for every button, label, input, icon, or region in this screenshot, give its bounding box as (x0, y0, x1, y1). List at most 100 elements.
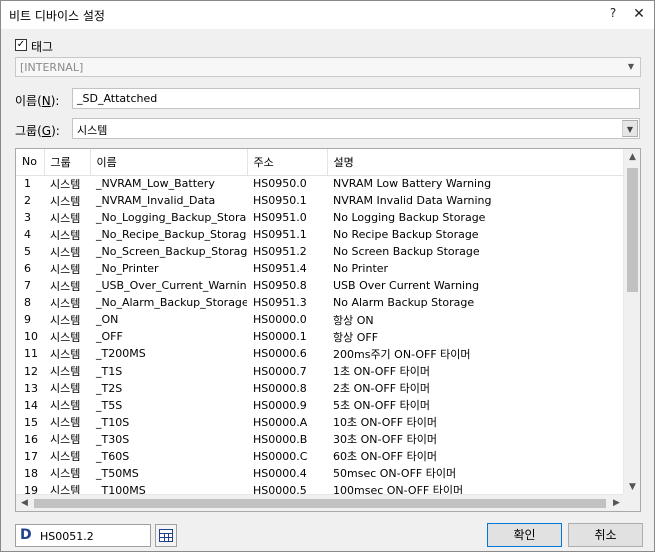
table-row[interactable]: 4 시스템 _No_Recipe_Backup_Storage HS0951.1 No … (16, 226, 625, 243)
table-row[interactable]: 2 시스템 _NVRAM_Invalid_Data HS0950.1 NVRAM Inv… (16, 192, 625, 209)
cell-no: 5 (24, 245, 31, 259)
group-select-value: 시스템 (77, 124, 108, 137)
cell-name: _T50MS (96, 466, 139, 480)
cell-address: HS0950.1 (253, 194, 307, 208)
group-select[interactable]: 시스템 ▼ (72, 118, 640, 139)
cell-description: No Printer (333, 262, 389, 276)
cell-address: HS0950.8 (253, 279, 307, 293)
cell-no: 2 (24, 194, 31, 208)
tag-checkbox[interactable]: ✓ (15, 39, 27, 51)
table-row[interactable]: 17 시스템 _T60S HS0000.C 60초 ON-OFF 타이머 (16, 448, 625, 465)
help-button[interactable]: ? (605, 6, 621, 24)
cell-description: 항상 ON (333, 313, 374, 327)
cell-name: _No_Printer (96, 262, 159, 276)
cell-group: 시스템 (50, 211, 81, 225)
device-browse-button[interactable] (155, 524, 177, 547)
cell-description: 2초 ON-OFF 타이머 (333, 382, 430, 396)
table-row[interactable]: 13 시스템 _T2S HS0000.8 2초 ON-OFF 타이머 (16, 380, 625, 397)
ok-button[interactable]: 확인 (487, 523, 562, 547)
cell-description: NVRAM Invalid Data Warning (333, 194, 492, 208)
table-row[interactable]: 15 시스템 _T10S HS0000.A 10초 ON-OFF 타이머 (16, 414, 625, 431)
scroll-corner (623, 494, 640, 511)
table-row[interactable]: 5 시스템 _No_Screen_Backup_Storage HS0951.2 No … (16, 243, 625, 260)
cell-no: 13 (24, 381, 38, 395)
table-row[interactable]: 18 시스템 _T50MS HS0000.4 50msec ON-OFF 타이머 (16, 465, 625, 482)
chevron-up-icon[interactable]: ▲ (624, 149, 640, 166)
vertical-scroll-thumb[interactable] (627, 168, 638, 292)
cell-description: No Logging Backup Storage (333, 211, 486, 225)
column-header-description[interactable]: 설명 (327, 149, 625, 176)
table-row[interactable]: 9 시스템 _ON HS0000.0 항상 ON (16, 311, 625, 328)
cell-name: _No_Alarm_Backup_Storage (96, 296, 247, 310)
cell-address: HS0951.0 (253, 211, 307, 225)
cell-name: _No_Screen_Backup_Storage (96, 245, 247, 259)
cancel-button[interactable]: 취소 (568, 523, 643, 547)
table-row[interactable]: 14 시스템 _T5S HS0000.9 5초 ON-OFF 타이머 (16, 397, 625, 414)
table-row[interactable]: 1 시스템 _NVRAM_Low_Battery HS0950.0 NVRAM Low … (16, 175, 625, 192)
internal-combo: [INTERNAL] ▼ (15, 57, 641, 77)
chevron-left-icon[interactable]: ◀ (16, 495, 33, 511)
title-bar: 비트 디바이스 설정 ? ✕ (1, 1, 654, 29)
tag-label: 태그 (31, 40, 54, 54)
column-header-group[interactable]: 그룹 (44, 149, 91, 176)
cell-name: _T5S (96, 398, 123, 412)
cell-address: HS0950.0 (253, 177, 307, 191)
device-address-value: HS0051.2 (40, 530, 94, 543)
table-row[interactable]: 8 시스템 _No_Alarm_Backup_Storage HS0951.3 No A… (16, 294, 625, 311)
cell-address: HS0000.9 (253, 398, 307, 412)
name-input-value: _SD_Attatched (77, 92, 158, 105)
device-address-field[interactable]: D HS0051.2 (15, 524, 151, 547)
table-row[interactable]: 10 시스템 _OFF HS0000.1 항상 OFF (16, 328, 625, 345)
cell-no: 3 (24, 211, 31, 225)
cell-no: 14 (24, 398, 38, 412)
cell-name: _T2S (96, 381, 123, 395)
cell-group: 시스템 (50, 467, 81, 481)
vertical-scrollbar[interactable]: ▲ ▼ (623, 149, 640, 496)
cell-name: _No_Logging_Backup_Storage (96, 211, 247, 225)
cell-name: _T60S (96, 449, 130, 463)
table-grid-icon (159, 529, 173, 542)
bit-device-settings-dialog: 비트 디바이스 설정 ? ✕ ✓ 태그 [INTERNAL] ▼ 이름(N): … (0, 0, 655, 552)
cell-group: 시스템 (50, 433, 81, 447)
horizontal-scrollbar[interactable]: ◀ ▶ (16, 494, 625, 511)
device-type-icon: D (20, 527, 32, 543)
cell-description: 항상 OFF (333, 330, 379, 344)
cell-group: 시스템 (50, 262, 81, 276)
cell-name: _OFF (96, 330, 123, 344)
name-input[interactable]: _SD_Attatched (72, 88, 640, 109)
table-row[interactable]: 6 시스템 _No_Printer HS0951.4 No Printer (16, 260, 625, 277)
cell-no: 6 (24, 262, 31, 276)
table-row[interactable]: 11 시스템 _T200MS HS0000.6 200ms주기 ON-OFF 타이머 (16, 345, 625, 362)
cell-no: 16 (24, 432, 38, 446)
table-row[interactable]: 3 시스템 _No_Logging_Backup_Storage HS0951.0 No… (16, 209, 625, 226)
cell-description: USB Over Current Warning (333, 279, 480, 293)
cell-description: No Alarm Backup Storage (333, 296, 475, 310)
cell-description: NVRAM Low Battery Warning (333, 177, 492, 191)
cell-address: HS0000.8 (253, 381, 307, 395)
cell-no: 11 (24, 347, 38, 361)
column-header-address[interactable]: 주소 (247, 149, 328, 176)
cell-no: 4 (24, 228, 31, 242)
cell-name: _T1S (96, 364, 123, 378)
cell-no: 7 (24, 279, 31, 293)
column-header-name[interactable]: 이름 (90, 149, 248, 176)
cell-group: 시스템 (50, 399, 81, 413)
cell-description: 60초 ON-OFF 타이머 (333, 450, 437, 464)
cell-group: 시스템 (50, 194, 81, 208)
table-row[interactable]: 7 시스템 _USB_Over_Current_Warning HS0950.8 USB… (16, 277, 625, 294)
table-row[interactable]: 16 시스템 _T30S HS0000.B 30초 ON-OFF 타이머 (16, 431, 625, 448)
horizontal-scroll-thumb[interactable] (34, 499, 606, 508)
cell-no: 10 (24, 330, 38, 344)
column-header-no[interactable]: No (16, 149, 45, 176)
chevron-down-icon[interactable]: ▼ (622, 120, 638, 137)
cell-name: _No_Recipe_Backup_Storage (96, 228, 247, 242)
cell-no: 1 (24, 177, 31, 191)
cell-no: 18 (24, 466, 38, 480)
cell-description: 10초 ON-OFF 타이머 (333, 416, 437, 430)
cell-description: 200ms주기 ON-OFF 타이머 (333, 347, 471, 361)
table-row[interactable]: 12 시스템 _T1S HS0000.7 1초 ON-OFF 타이머 (16, 363, 625, 380)
chevron-down-icon: ▼ (627, 62, 635, 71)
cell-description: 5초 ON-OFF 타이머 (333, 399, 430, 413)
close-button[interactable]: ✕ (629, 4, 649, 24)
cell-name: _T10S (96, 415, 130, 429)
